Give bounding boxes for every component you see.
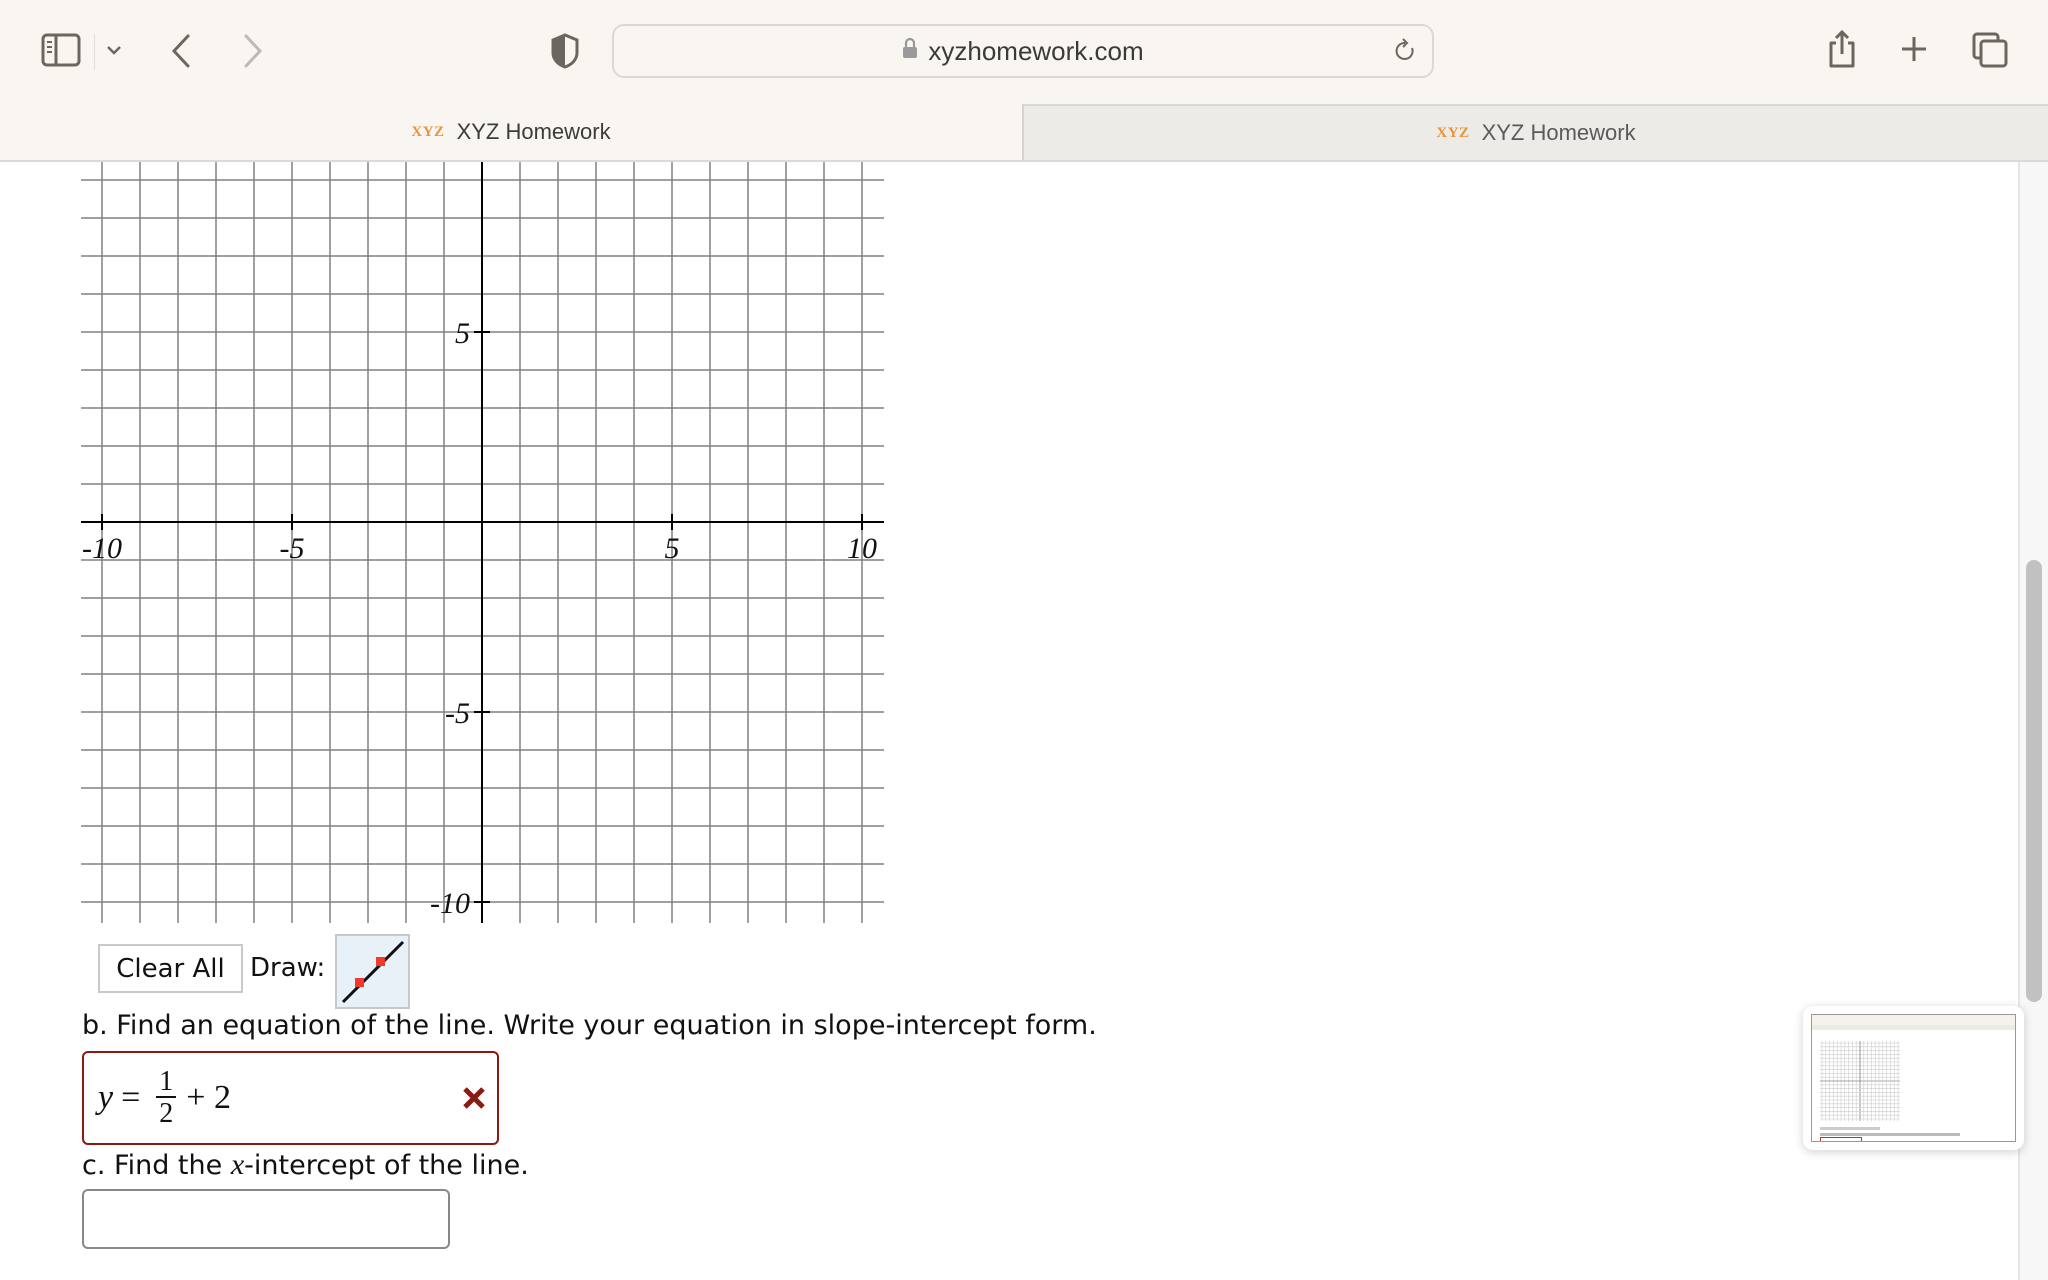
new-tab-icon[interactable] <box>1899 34 1929 64</box>
tab-xyz-homework-active[interactable]: XYZ XYZ Homework <box>0 104 1022 160</box>
tab-xyz-homework[interactable]: XYZ XYZ Homework <box>1022 104 2048 160</box>
line-tool-button[interactable] <box>335 934 410 1009</box>
equation-answer-field[interactable]: y = 1 2 + 2 <box>82 1051 499 1145</box>
question-b-prompt: b. Find an equation of the line. Write y… <box>82 1010 1097 1041</box>
lock-icon <box>902 25 918 75</box>
line-point-marker <box>355 978 364 987</box>
xyz-favicon-icon: XYZ <box>411 123 445 140</box>
url-text: xyzhomework.com <box>928 36 1144 66</box>
xyz-favicon-icon: XYZ <box>1436 124 1470 141</box>
x-intercept-answer-field[interactable] <box>82 1189 450 1249</box>
shield-icon[interactable] <box>548 32 582 70</box>
thumbnail-tabbar <box>1812 1025 2015 1030</box>
back-icon[interactable] <box>168 32 194 70</box>
sidebar-icon[interactable] <box>40 32 82 68</box>
forward-icon[interactable] <box>240 32 266 70</box>
tab-bar: XYZ XYZ Homework XYZ XYZ Homework <box>0 104 2048 162</box>
equation-answer-value: y = 1 2 + 2 <box>98 1066 231 1129</box>
tab-title: XYZ Homework <box>1481 120 1636 145</box>
thumbnail-graph <box>1820 1041 1900 1121</box>
reload-icon[interactable] <box>1392 38 1418 64</box>
wrong-x-icon <box>459 1083 489 1113</box>
screenshot-thumbnail[interactable] <box>1803 1006 2024 1150</box>
share-icon[interactable] <box>1826 28 1858 70</box>
draw-label: Draw: <box>250 953 326 983</box>
clear-all-button[interactable]: Clear All <box>98 944 243 993</box>
line-point-marker <box>376 957 385 966</box>
tab-overview-icon[interactable] <box>1972 32 2008 68</box>
line-tool-icon <box>341 940 405 1004</box>
scrollbar-thumb[interactable] <box>2026 560 2042 1002</box>
page-content: -10 -5 5 10 5 -5 -10 Clear All Draw: b. Find a… <box>0 162 2018 1280</box>
chevron-down-icon[interactable] <box>104 40 124 60</box>
toolbar-divider <box>94 34 95 70</box>
tab-title: XYZ Homework <box>456 119 611 144</box>
fraction: 1 2 <box>156 1068 177 1128</box>
question-c-prompt: c. Find the x-intercept of the line. <box>82 1148 529 1181</box>
browser-toolbar: xyzhomework.com <box>0 0 2048 104</box>
address-bar[interactable]: xyzhomework.com <box>612 24 1434 78</box>
